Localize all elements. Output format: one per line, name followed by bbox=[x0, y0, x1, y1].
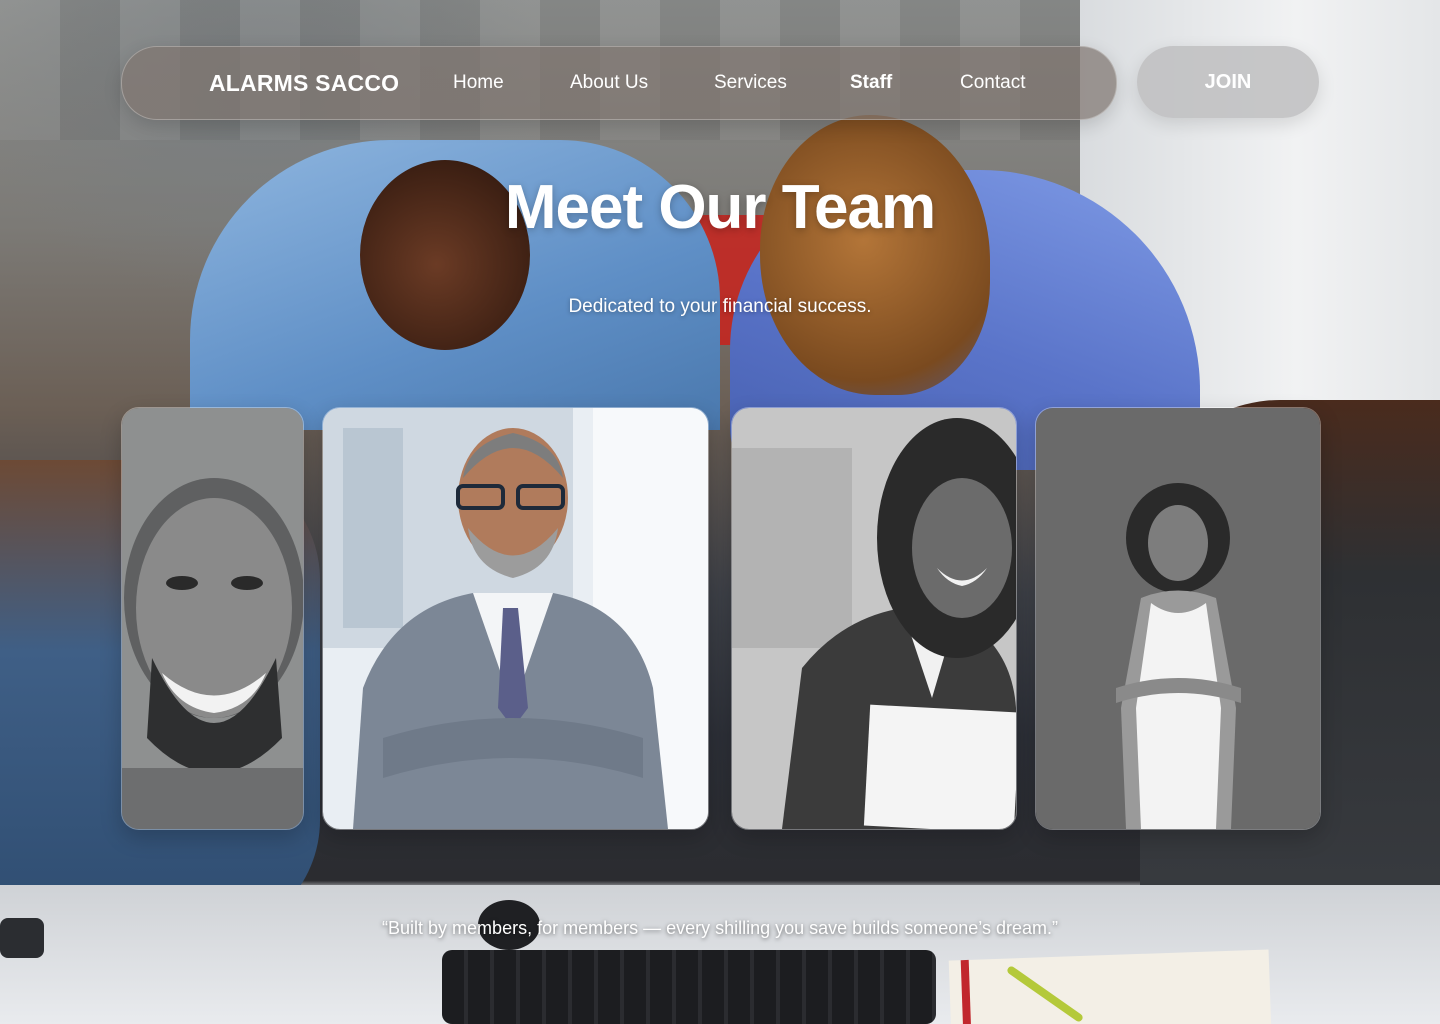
nav-link-staff[interactable]: Staff bbox=[850, 47, 892, 119]
team-photo-woman-in-white-dress bbox=[1036, 408, 1320, 829]
nav-link-about-us[interactable]: About Us bbox=[570, 47, 648, 119]
brand-logo[interactable]: ALARMS SACCO bbox=[209, 47, 399, 119]
keyboard bbox=[442, 950, 936, 1024]
celebrating-woman-hair bbox=[760, 115, 990, 395]
team-card-2[interactable] bbox=[322, 407, 709, 830]
team-card-3[interactable] bbox=[731, 407, 1017, 830]
nav-link-home[interactable]: Home bbox=[453, 47, 504, 119]
team-card-4[interactable] bbox=[1035, 407, 1321, 830]
nav-link-services[interactable]: Services bbox=[714, 47, 787, 119]
team-photo-smiling-man bbox=[122, 408, 303, 829]
page-title: Meet Our Team bbox=[504, 173, 936, 242]
member-quote: “Built by members, for members — every s… bbox=[382, 918, 1058, 938]
team-card-1[interactable] bbox=[121, 407, 304, 830]
nav-link-contact[interactable]: Contact bbox=[960, 47, 1025, 119]
main-nav: ALARMS SACCO Home About Us Services Staf… bbox=[121, 46, 1117, 120]
page-subtitle: Dedicated to your financial success. bbox=[568, 296, 872, 317]
join-button[interactable]: JOIN bbox=[1137, 46, 1319, 118]
team-photo-man-in-suit bbox=[323, 408, 708, 829]
team-photo-woman-with-folder bbox=[732, 408, 1016, 829]
notebook bbox=[948, 949, 1272, 1024]
